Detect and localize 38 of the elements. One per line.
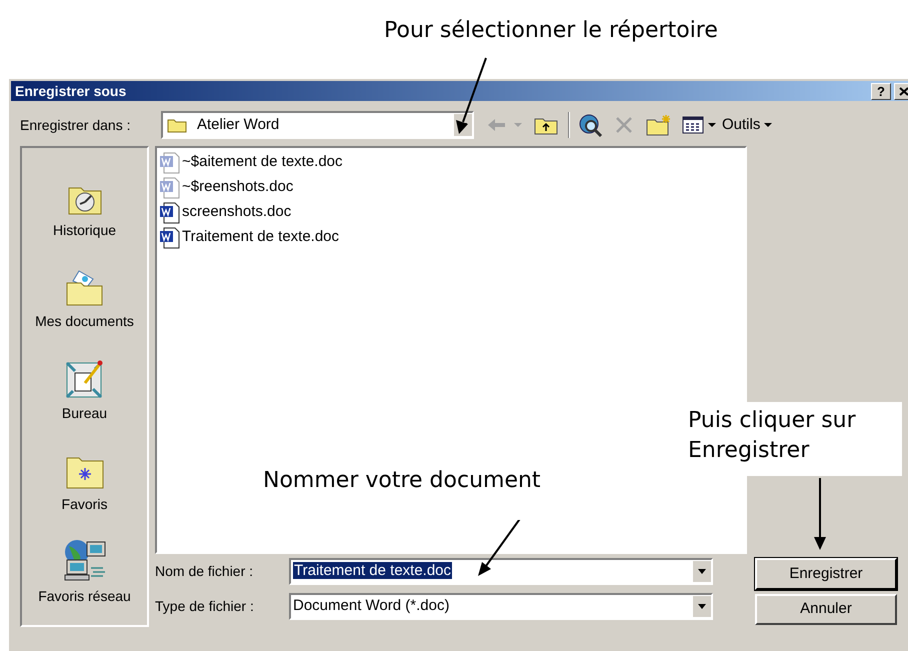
file-item[interactable]: ~$aitement de texte.doc: [159, 150, 345, 175]
help-button[interactable]: ?: [871, 82, 891, 100]
desktop-icon: [64, 358, 104, 399]
file-name-combobox[interactable]: Traitement de texte.doc: [289, 558, 713, 585]
views-icon: [682, 116, 704, 134]
caret-icon: [764, 122, 772, 128]
dialog-button[interactable]: Annuler: [755, 594, 897, 625]
places-item[interactable]: Mes documents: [24, 259, 144, 351]
new-folder-icon: [646, 114, 672, 136]
dialog-button[interactable]: Enregistrer: [755, 558, 897, 590]
delete-icon: [614, 115, 634, 135]
folder-documents-icon: [64, 269, 104, 308]
word-document-icon: [159, 226, 181, 248]
tools-menu[interactable]: Outils: [722, 114, 772, 136]
word-document-icon: [159, 152, 181, 174]
close-icon: [899, 86, 908, 96]
word-document-icon: [159, 176, 181, 198]
folder-icon: [167, 117, 187, 133]
caret-icon: [708, 122, 716, 128]
window-title: Enregistrer sous: [15, 82, 128, 101]
file-item[interactable]: screenshots.doc: [159, 200, 294, 225]
places-item[interactable]: Historique: [24, 168, 144, 260]
places-item[interactable]: Bureau: [24, 350, 144, 442]
close-button[interactable]: [894, 82, 908, 100]
places-item[interactable]: Favoris réseau: [24, 534, 144, 626]
word-document-icon: [159, 202, 181, 224]
file-item[interactable]: ~$reenshots.doc: [159, 175, 296, 200]
places-item[interactable]: Favoris: [24, 442, 144, 534]
file-item[interactable]: Traitement de texte.doc: [159, 225, 342, 250]
caret-icon: [514, 122, 522, 128]
save-in-combobox[interactable]: Atelier Word: [161, 111, 474, 139]
file-type-combobox[interactable]: Document Word (*.doc): [289, 593, 713, 620]
save-in-label: Enregistrer dans :: [20, 116, 132, 135]
search-web-icon: [578, 113, 604, 137]
file-type-label: Type de fichier :: [155, 597, 255, 616]
file-name-label: Nom de fichier :: [155, 562, 254, 581]
annotation-text: Pour sélectionner le répertoire: [384, 17, 718, 45]
annotation-arrow: [814, 478, 826, 550]
